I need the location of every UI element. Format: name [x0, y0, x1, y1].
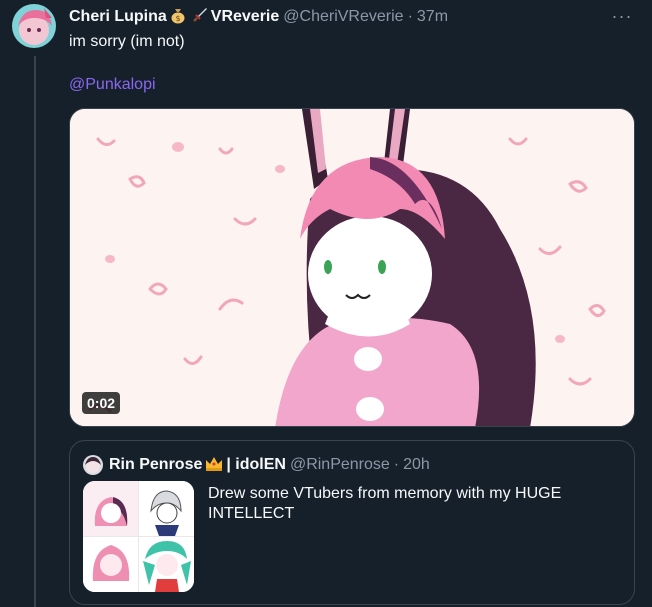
quote-display-name[interactable]: Rin Penrose — [109, 456, 202, 474]
crown-emoji — [204, 454, 224, 477]
video-player[interactable]: 0:02 — [69, 108, 635, 427]
quote-separator-dot: · — [393, 456, 400, 473]
timestamp[interactable]: 37m — [417, 8, 448, 26]
thread-line — [34, 56, 36, 607]
quote-header: Rin Penrose | idolEN @RinPenrose · 20h — [83, 455, 430, 475]
avatar[interactable] — [12, 4, 56, 48]
money-bag-emoji: $ — [169, 6, 187, 29]
quote-handle[interactable]: @RinPenrose — [290, 456, 390, 474]
svg-text:$: $ — [175, 14, 180, 23]
separator-dot: · — [407, 8, 413, 25]
video-duration: 0:02 — [82, 392, 121, 414]
tweet-text: im sorry (im not) — [69, 33, 185, 50]
more-options-icon[interactable]: ··· — [610, 6, 634, 26]
mention-link[interactable]: @Punkalopi — [69, 75, 156, 95]
video-frame — [70, 109, 634, 426]
display-name[interactable]: Cheri Lupina — [69, 8, 167, 26]
tweet-header: Cheri Lupina $ VReverie @CheriVReverie ·… — [69, 6, 448, 28]
quote-image-thumbnail[interactable] — [83, 481, 194, 592]
display-name-suffix[interactable]: VReverie — [211, 8, 280, 26]
quote-tweet[interactable]: Rin Penrose | idolEN @RinPenrose · 20h D… — [69, 440, 635, 605]
quote-display-name-suffix[interactable]: | idolEN — [226, 456, 286, 474]
handle[interactable]: @CheriVReverie — [283, 8, 403, 26]
quote-timestamp[interactable]: 20h — [403, 456, 430, 474]
quote-text: Drew some VTubers from memory with my HU… — [208, 485, 562, 522]
dagger-emoji — [191, 6, 209, 29]
tweet[interactable]: Cheri Lupina $ VReverie @CheriVReverie ·… — [0, 0, 652, 607]
quote-avatar[interactable] — [83, 455, 103, 475]
